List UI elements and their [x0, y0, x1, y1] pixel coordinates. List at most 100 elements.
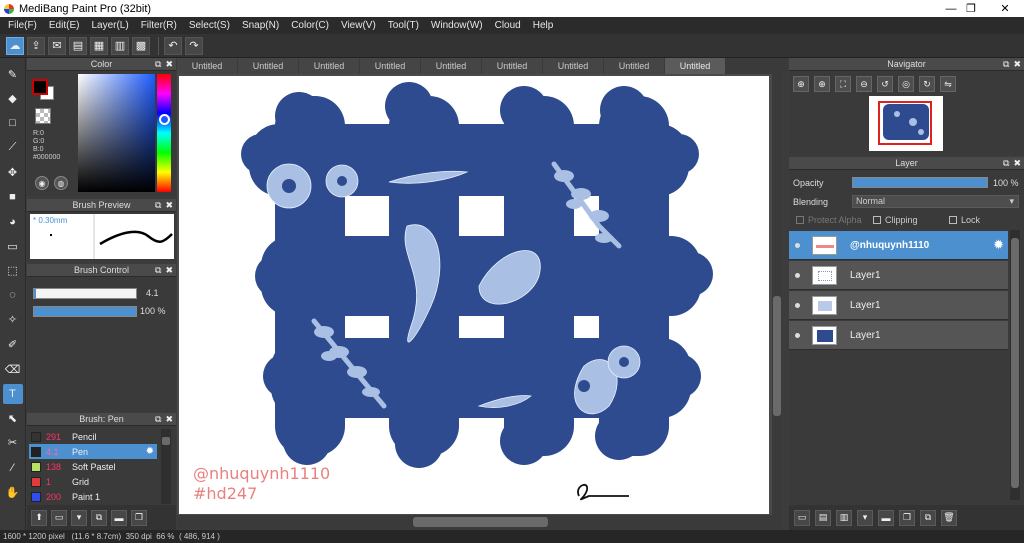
layer-visibility-icon[interactable]	[795, 302, 800, 308]
scroll-thumb[interactable]	[413, 517, 548, 527]
foreground-color-swatch[interactable]	[32, 79, 48, 95]
tab-untitled-1[interactable]: Untitled	[177, 58, 237, 74]
layer-opacity-slider[interactable]	[852, 177, 988, 188]
line-tool-icon[interactable]: ⟋	[3, 138, 23, 158]
zoom-icon[interactable]: ⊕	[793, 76, 809, 92]
duplicate-layer-icon[interactable]: ❐	[899, 509, 915, 526]
brush-menu-icon[interactable]: ▾	[71, 509, 87, 526]
brush-list-scrollbar[interactable]	[161, 429, 171, 504]
close-window-button[interactable]: ✕	[988, 0, 1022, 17]
new-8bit-layer-icon[interactable]: ▥	[836, 509, 852, 526]
add-layer-menu-icon[interactable]: ▾	[857, 509, 873, 526]
canvas-vertical-scrollbar[interactable]	[772, 74, 782, 515]
flip-icon[interactable]: ⇋	[940, 76, 956, 92]
undo-icon[interactable]: ↶	[164, 36, 182, 55]
layer-folder-icon[interactable]: ▬	[878, 509, 894, 526]
zoom-out-icon[interactable]: ⊖	[856, 76, 872, 92]
hue-slider[interactable]	[157, 74, 171, 192]
undock-icon[interactable]: ⧉	[155, 265, 161, 276]
rotate-reset-icon[interactable]: ◎	[898, 76, 914, 92]
undock-icon[interactable]: ⧉	[1003, 158, 1009, 169]
tab-untitled-8[interactable]: Untitled	[604, 58, 664, 74]
bucket-tool-icon[interactable]: ◕	[3, 212, 23, 232]
menu-tool[interactable]: Tool(T)	[382, 20, 425, 31]
grid-icon[interactable]: ▩	[132, 36, 150, 55]
menu-view[interactable]: View(V)	[335, 20, 382, 31]
tab-untitled-3[interactable]: Untitled	[299, 58, 359, 74]
brush-item-grid[interactable]: 1 Grid	[29, 474, 157, 489]
menu-layer[interactable]: Layer(L)	[85, 20, 134, 31]
scroll-thumb[interactable]	[773, 296, 781, 416]
transparent-color-swatch[interactable]	[35, 108, 51, 124]
close-panel-icon[interactable]: ✖	[1013, 59, 1021, 70]
navigator-view-frame[interactable]	[878, 101, 932, 145]
maximize-button[interactable]: ❐	[954, 0, 988, 17]
select-pen-tool-icon[interactable]: ✐	[3, 335, 23, 355]
canvas-area[interactable]: @nhuquynh1110 #hd247	[177, 74, 779, 515]
layer-list-scrollbar[interactable]	[1010, 230, 1020, 500]
undock-icon[interactable]: ⧉	[155, 414, 161, 425]
close-panel-icon[interactable]: ✖	[1013, 158, 1021, 169]
select-rect-tool-icon[interactable]: ⬚	[3, 261, 23, 281]
tab-untitled-9[interactable]: Untitled	[665, 58, 725, 74]
menu-cloud[interactable]: Cloud	[489, 20, 527, 31]
brush-item-paint-1[interactable]: 200 Paint 1	[29, 489, 157, 504]
close-panel-icon[interactable]: ✖	[165, 265, 173, 276]
layer-row[interactable]: Layer1	[789, 321, 1008, 350]
rectangle-tool-icon[interactable]: □	[3, 113, 23, 133]
menu-help[interactable]: Help	[527, 20, 560, 31]
menu-file[interactable]: File(F)	[2, 20, 43, 31]
new-halftone-layer-icon[interactable]: ▤	[815, 509, 831, 526]
zoom-in-icon[interactable]: ⊕	[814, 76, 830, 92]
brush-item-pencil[interactable]: 291 Pencil	[29, 429, 157, 444]
document-icon[interactable]: ▦	[90, 36, 108, 55]
tab-untitled-5[interactable]: Untitled	[421, 58, 481, 74]
canvas-horizontal-scrollbar[interactable]	[177, 515, 782, 529]
tab-untitled-2[interactable]: Untitled	[238, 58, 298, 74]
close-panel-icon[interactable]: ✖	[165, 414, 173, 425]
eyedropper-tool-icon[interactable]: ⁄	[3, 458, 23, 478]
color-wheel-icon[interactable]: ◉	[35, 176, 49, 190]
add-brush-icon[interactable]: ⬆	[31, 509, 47, 526]
protect-alpha-checkbox[interactable]: Protect Alpha	[796, 215, 862, 225]
layer-row[interactable]: Layer1	[789, 291, 1008, 320]
delete-layer-icon[interactable]: 🗑	[941, 509, 957, 526]
new-layer-icon[interactable]: ▭	[794, 509, 810, 526]
fill-rect-tool-icon[interactable]: ■	[3, 187, 23, 207]
layer-visibility-icon[interactable]	[795, 332, 800, 338]
menu-edit[interactable]: Edit(E)	[43, 20, 86, 31]
undock-icon[interactable]: ⧉	[1003, 59, 1009, 70]
layer-settings-gear-icon[interactable]: ✹	[993, 237, 1004, 253]
saturation-value-picker[interactable]	[78, 74, 155, 192]
brush-item-pen[interactable]: 4.1 Pen ✹	[29, 444, 157, 459]
layer-visibility-icon[interactable]	[795, 242, 800, 248]
blending-mode-select[interactable]: Normal ▾	[852, 195, 1019, 208]
menu-filter[interactable]: Filter(R)	[135, 20, 183, 31]
hand-tool-icon[interactable]: ✋	[3, 482, 23, 502]
rotate-left-icon[interactable]: ↺	[877, 76, 893, 92]
close-panel-icon[interactable]: ✖	[165, 200, 173, 211]
brush-size-slider[interactable]	[33, 288, 137, 299]
hue-slider-handle[interactable]	[159, 114, 170, 125]
select-eraser-tool-icon[interactable]: ⌫	[3, 359, 23, 379]
tab-untitled-6[interactable]: Untitled	[482, 58, 542, 74]
brush-tool-icon[interactable]: ✎	[3, 64, 23, 84]
brush-settings-gear-icon[interactable]: ✹	[146, 446, 154, 457]
cloud-icon[interactable]: ☁	[6, 36, 24, 55]
operation-tool-icon[interactable]: ⬉	[3, 408, 23, 428]
merge-layer-icon[interactable]: ⧉	[920, 509, 936, 526]
tab-untitled-7[interactable]: Untitled	[543, 58, 603, 74]
clipping-checkbox[interactable]: Clipping	[873, 215, 918, 225]
fit-screen-icon[interactable]: ⛶	[835, 76, 851, 92]
brush-opacity-slider[interactable]	[33, 306, 137, 317]
layer-row[interactable]: Layer1	[789, 261, 1008, 290]
brush-item-soft-pastel[interactable]: 138 Soft Pastel	[29, 459, 157, 474]
undock-icon[interactable]: ⧉	[155, 200, 161, 211]
text-tool-icon[interactable]: T	[2, 383, 23, 404]
move-tool-icon[interactable]: ✥	[3, 162, 23, 182]
lasso-tool-icon[interactable]: ◌	[3, 285, 23, 305]
redo-icon[interactable]: ↷	[185, 36, 203, 55]
page-icon[interactable]: ▤	[69, 36, 87, 55]
duplicate-icon[interactable]: ❐	[131, 509, 147, 526]
layer-row[interactable]: @nhuquynh1110 ✹	[789, 231, 1008, 260]
